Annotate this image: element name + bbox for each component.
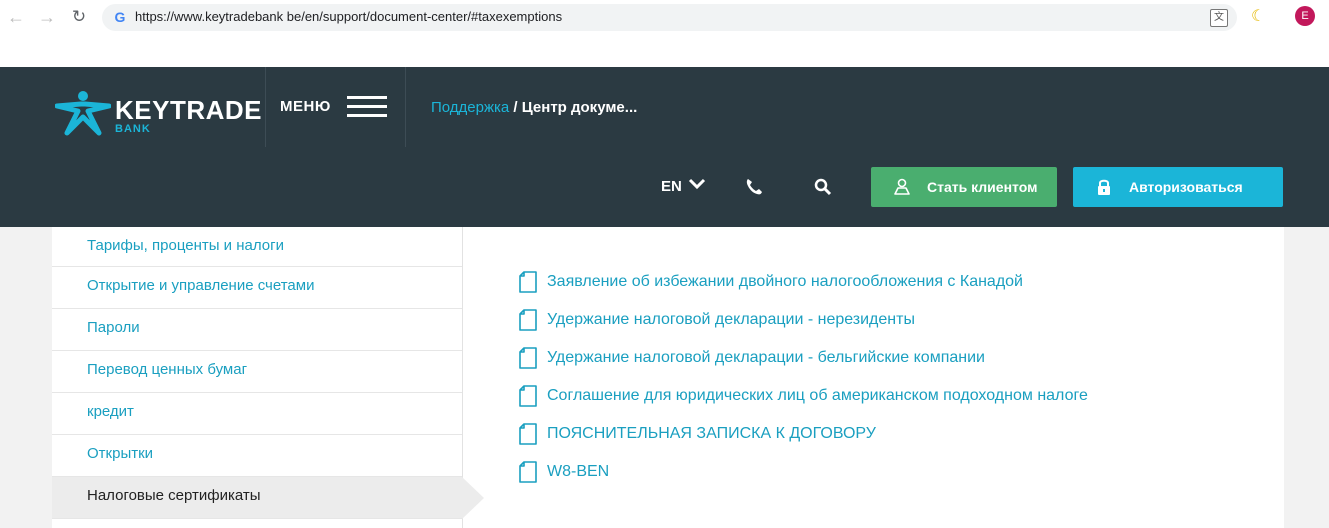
browser-toolbar: ← → ↻ G https://www.keytradebank be/en/s… — [0, 0, 1329, 67]
become-client-label: Стать клиентом — [927, 179, 1038, 195]
url-text[interactable]: https://www.keytradebank be/en/support/d… — [135, 9, 562, 24]
site-header: KEYTRADE BANK МЕНЮ Поддержка / Центр док… — [0, 67, 1329, 227]
document-link[interactable]: W8-BEN — [519, 453, 1088, 491]
back-arrow-icon[interactable]: ← — [5, 6, 27, 28]
sidebar-item-tax-certificates[interactable]: Налоговые сертификаты — [52, 477, 484, 519]
sidebar-item-passwords[interactable]: Пароли — [52, 309, 462, 351]
content-panel: Тарифы, проценты и налоги Открытие и упр… — [52, 227, 1284, 528]
breadcrumb-current: Центр докуме... — [521, 99, 638, 116]
become-client-button[interactable]: Стать клиентом — [871, 167, 1057, 207]
user-icon — [894, 178, 910, 195]
document-list: Заявление об избежании двойного налогооб… — [519, 263, 1088, 491]
document-icon — [519, 423, 537, 445]
profile-avatar[interactable]: E — [1295, 6, 1315, 26]
document-label: Соглашение для юридических лиц об америк… — [547, 387, 1088, 404]
sidebar-nav: Тарифы, проценты и налоги Открытие и упр… — [52, 227, 484, 528]
keytrade-logo[interactable]: KEYTRADE BANK — [55, 87, 262, 137]
search-icon[interactable] — [813, 177, 833, 197]
star-logo-icon — [55, 91, 111, 136]
document-icon — [519, 347, 537, 369]
document-label: Удержание налоговой декларации - бельгий… — [547, 349, 985, 366]
document-icon — [519, 271, 537, 293]
forward-arrow-icon[interactable]: → — [36, 6, 58, 28]
logo-text: KEYTRADE — [115, 95, 263, 125]
chevron-down-icon[interactable] — [688, 177, 706, 191]
document-link[interactable]: Заявление об избежании двойного налогооб… — [519, 263, 1088, 301]
sidebar-item-credit[interactable]: кредит — [52, 393, 462, 435]
lock-icon — [1098, 179, 1110, 195]
document-link[interactable]: Удержание налоговой декларации - нерезид… — [519, 301, 1088, 339]
menu-label[interactable]: МЕНЮ — [280, 98, 331, 115]
sidebar-item-tariffs[interactable]: Тарифы, проценты и налоги — [52, 227, 462, 267]
document-label: W8-BEN — [547, 463, 610, 480]
address-bar[interactable]: G https://www.keytradebank be/en/support… — [102, 4, 1237, 31]
header-divider — [405, 67, 406, 147]
breadcrumb-link-support[interactable]: Поддержка — [431, 99, 509, 116]
header-divider — [265, 67, 266, 147]
document-link[interactable]: Соглашение для юридических лиц об америк… — [519, 377, 1088, 415]
document-icon — [519, 385, 537, 407]
login-label: Авторизоваться — [1129, 179, 1243, 195]
document-label: Удержание налоговой декларации - нерезид… — [547, 311, 915, 328]
document-link[interactable]: Удержание налоговой декларации - бельгий… — [519, 339, 1088, 377]
document-label: ПОЯСНИТЕЛЬНАЯ ЗАПИСКА К ДОГОВОРУ — [547, 425, 876, 442]
breadcrumb-separator: / — [509, 99, 522, 116]
document-label: Заявление об избежании двойного налогооб… — [547, 273, 1023, 290]
translate-icon[interactable]: 文 — [1210, 9, 1228, 27]
logo-subtext: BANK — [115, 123, 151, 135]
sidebar-item-accounts[interactable]: Открытие и управление счетами — [52, 267, 462, 309]
language-selector[interactable]: EN — [661, 178, 682, 195]
login-button[interactable]: Авторизоваться — [1073, 167, 1283, 207]
document-link[interactable]: ПОЯСНИТЕЛЬНАЯ ЗАПИСКА К ДОГОВОРУ — [519, 415, 1088, 453]
google-icon: G — [114, 9, 126, 25]
reload-icon[interactable]: ↻ — [68, 6, 90, 28]
document-icon — [519, 309, 537, 331]
breadcrumb: Поддержка / Центр докуме... — [431, 99, 637, 116]
sidebar-item-cards[interactable]: Открытки — [52, 435, 462, 477]
phone-icon[interactable] — [744, 177, 764, 197]
hamburger-menu-icon[interactable] — [347, 96, 387, 118]
moon-extension-icon[interactable]: ☾ — [1251, 6, 1265, 26]
sidebar-item-securities-transfer[interactable]: Перевод ценных бумаг — [52, 351, 462, 393]
document-icon — [519, 461, 537, 483]
